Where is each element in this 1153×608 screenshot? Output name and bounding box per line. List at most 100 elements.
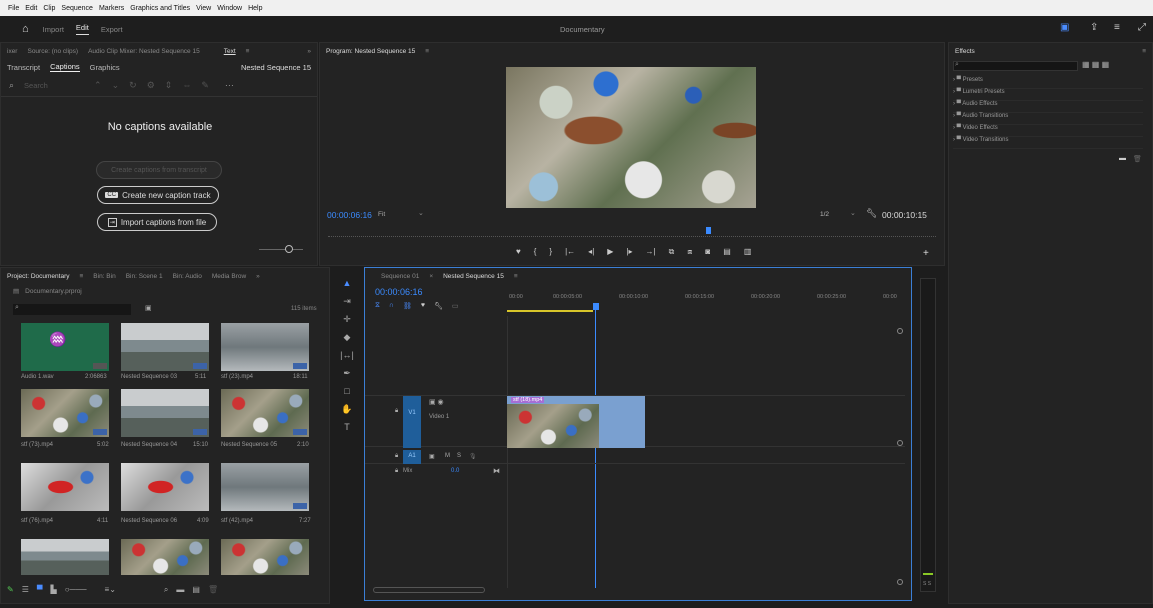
play-icon[interactable]: ▶: [607, 247, 613, 257]
tab-export[interactable]: Export: [101, 25, 123, 34]
vr-icon[interactable]: ▥: [744, 247, 752, 257]
work-area-bar[interactable]: [507, 310, 593, 312]
more-panels-icon[interactable]: »: [307, 48, 311, 55]
accelerated-filter-icon[interactable]: ▦ ▦ ▦: [1082, 60, 1109, 69]
zoom-slider-handle[interactable]: [285, 245, 293, 253]
caption-search-input[interactable]: Search: [24, 81, 84, 90]
more-panels-icon[interactable]: »: [256, 273, 260, 280]
vertical-scrollbar-bottom[interactable]: [897, 579, 903, 585]
refresh-icon[interactable]: ↻: [129, 81, 137, 90]
clip-thumbnail[interactable]: [121, 463, 209, 511]
hand-tool-icon[interactable]: ✋: [340, 402, 354, 416]
pen-tool-icon[interactable]: ✒: [340, 366, 354, 380]
effects-item[interactable]: › ▀ Audio Effects: [953, 101, 1143, 113]
tab-captions[interactable]: Captions: [50, 62, 80, 72]
mark-in-icon[interactable]: {: [534, 247, 537, 257]
new-item-icon[interactable]: ▤: [192, 585, 200, 595]
tab-sequence-01[interactable]: Sequence 01: [381, 273, 419, 280]
mark-out-icon[interactable]: }: [549, 247, 552, 257]
tab-nested-sequence-15[interactable]: Nested Sequence 15: [443, 273, 504, 280]
tab-text[interactable]: Text: [224, 48, 236, 55]
clip-thumbnail[interactable]: [21, 539, 109, 575]
project-search-input[interactable]: [13, 304, 131, 315]
tab-import[interactable]: Import: [43, 25, 64, 34]
effects-menu-icon[interactable]: ≡: [1142, 48, 1146, 55]
lock-icon[interactable]: 🔒︎: [395, 453, 398, 460]
menu-graphics[interactable]: Graphics and Titles: [130, 5, 190, 12]
mix-value[interactable]: 0.0: [451, 468, 459, 474]
gear-icon[interactable]: ⚙: [147, 81, 155, 90]
tab-bin[interactable]: Bin: Bin: [93, 273, 115, 280]
mix-end-icon[interactable]: ⧓: [493, 467, 500, 475]
nest-icon[interactable]: ⧖: [375, 302, 380, 310]
effects-item[interactable]: › ▀ Presets: [953, 77, 1143, 89]
program-menu-icon[interactable]: ≡: [425, 48, 429, 55]
captions-toggle-icon[interactable]: ▭: [452, 302, 459, 310]
ripple-edit-tool-icon[interactable]: ✛: [340, 312, 354, 326]
split-icon[interactable]: ⇕: [165, 81, 173, 90]
track-target-a1[interactable]: A1: [403, 450, 421, 464]
tab-bin-scene1[interactable]: Bin: Scene 1: [126, 273, 163, 280]
menu-markers[interactable]: Markers: [99, 5, 124, 12]
tab-media-browser[interactable]: Media Brow: [212, 273, 246, 280]
chevron-down-icon[interactable]: ⌄: [112, 81, 120, 90]
effects-item[interactable]: › ▀ Lumetri Presets: [953, 89, 1143, 101]
project-menu-icon[interactable]: ≡: [80, 273, 84, 280]
horizontal-scrollbar[interactable]: [373, 587, 485, 593]
tab-transcript[interactable]: Transcript: [7, 63, 40, 72]
clip-thumbnail[interactable]: ♒: [21, 323, 109, 371]
razor-tool-icon[interactable]: ◆: [340, 330, 354, 344]
clip-thumbnail[interactable]: [221, 539, 309, 575]
vertical-scrollbar-top[interactable]: [897, 328, 903, 334]
track-select-tool-icon[interactable]: ⇥: [340, 294, 354, 308]
home-icon[interactable]: ⌂: [22, 23, 29, 35]
type-tool-icon[interactable]: T: [340, 420, 354, 434]
trash-icon[interactable]: 🗑︎: [208, 585, 218, 595]
vertical-scrollbar-mid[interactable]: [897, 440, 903, 446]
lock-icon[interactable]: 🔒︎: [395, 468, 398, 475]
timeline-timecode[interactable]: 00:00:06:16: [375, 287, 423, 297]
sync-lock-icon[interactable]: ▣: [429, 453, 435, 460]
clip-thumbnail[interactable]: [221, 463, 309, 511]
tab-project[interactable]: Project: Documentary: [7, 273, 70, 280]
timeline-settings-icon[interactable]: 🔧︎: [434, 302, 443, 310]
new-bin-icon[interactable]: ▬: [176, 585, 184, 595]
program-timecode[interactable]: 00:00:06:16: [327, 210, 372, 220]
sort-icon[interactable]: ≡⌄: [105, 585, 116, 595]
resolution-dropdown[interactable]: 1/2: [820, 211, 829, 218]
step-back-icon[interactable]: ◂|: [588, 247, 594, 257]
marker-icon[interactable]: ♥: [516, 247, 521, 257]
camera-icon[interactable]: ◙: [705, 247, 710, 257]
list-view-icon[interactable]: ☰: [22, 585, 29, 595]
menu-sequence[interactable]: Sequence: [61, 5, 93, 12]
resolution-chevron-icon[interactable]: ⌄: [850, 209, 856, 217]
tab-graphics[interactable]: Graphics: [90, 63, 120, 72]
fullscreen-icon[interactable]: ▣: [1060, 22, 1069, 33]
step-forward-icon[interactable]: |▸: [626, 247, 632, 257]
effects-item[interactable]: › ▀ Video Transitions: [953, 137, 1143, 149]
clip-thumbnail[interactable]: [121, 389, 209, 437]
create-from-transcript-button[interactable]: Create captions from transcript: [96, 161, 222, 179]
expand-icon[interactable]: ⤢: [1138, 22, 1146, 33]
program-scrub-bar[interactable]: [328, 234, 936, 237]
timeline-playhead-head[interactable]: [593, 303, 599, 310]
track-target-v1[interactable]: V1: [403, 396, 421, 448]
overwrite-icon[interactable]: ⧈: [687, 247, 692, 257]
icon-view-icon[interactable]: ▀: [37, 585, 43, 595]
insert-icon[interactable]: ⧉: [669, 247, 675, 257]
lock-icon[interactable]: 🔒︎: [395, 408, 398, 415]
clip-thumbnail[interactable]: [121, 323, 209, 371]
timeline-menu-icon[interactable]: ≡: [514, 273, 518, 280]
menu-window[interactable]: Window: [217, 5, 242, 12]
add-button-icon[interactable]: +: [923, 248, 929, 259]
selection-tool-icon[interactable]: ▲: [340, 276, 354, 290]
tab-source[interactable]: Source: (no clips): [27, 48, 78, 55]
tab-mixer[interactable]: ixer: [7, 48, 17, 55]
clip-thumbnail[interactable]: [21, 389, 109, 437]
find-icon[interactable]: ⌕: [164, 585, 168, 595]
effects-search-input[interactable]: [953, 61, 1078, 71]
menu-edit[interactable]: Edit: [25, 5, 37, 12]
clip-thumbnail[interactable]: [221, 389, 309, 437]
clip-thumbnail[interactable]: [221, 323, 309, 371]
track-output-icon[interactable]: ▣ ◉: [429, 398, 444, 406]
